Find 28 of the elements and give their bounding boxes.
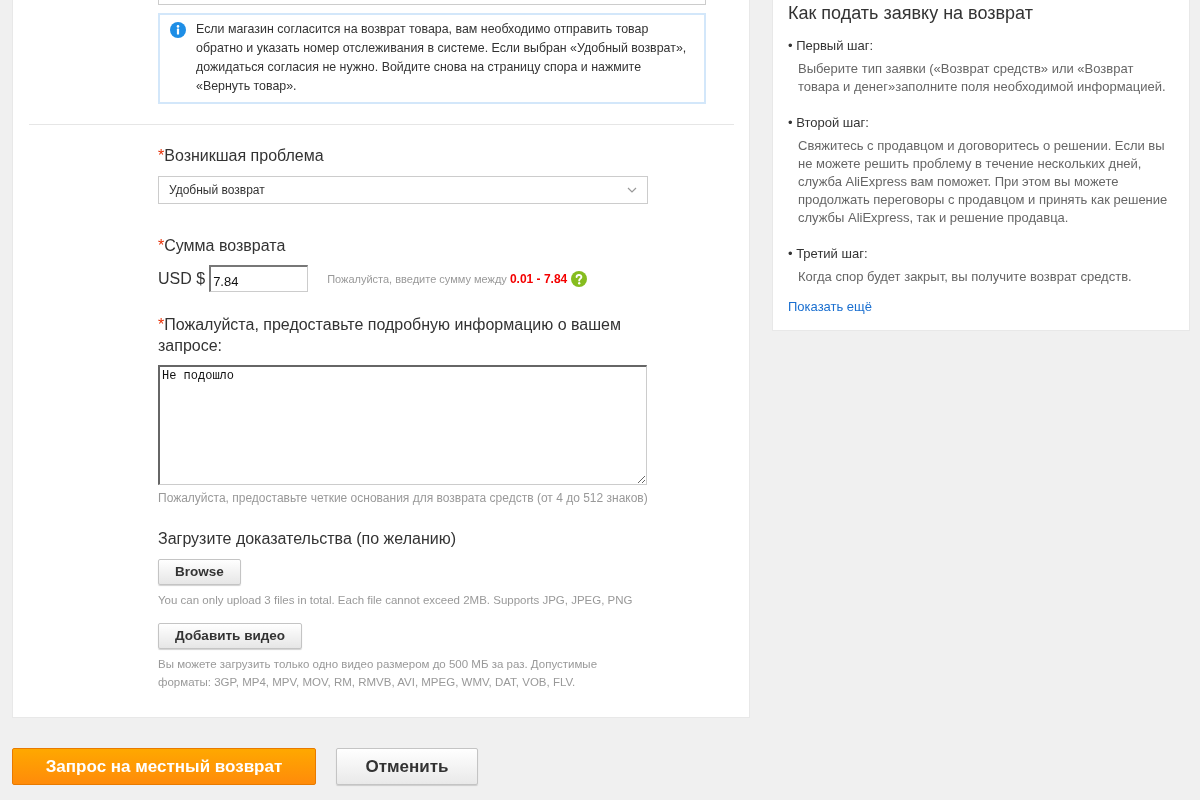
field-label: Загрузите доказательства (по желанию): [158, 529, 457, 549]
chevron-down-icon: [627, 187, 637, 193]
step-title: • Первый шаг:: [788, 37, 875, 55]
add-video-button[interactable]: Добавить видео: [158, 623, 303, 649]
cancel-button[interactable]: Отменить: [336, 748, 478, 785]
step-text: Свяжитесь с продавцом и договоритесь о решении. Если вы не можете решить проблему в течение нескольких дней, служба AliExpress вам поможет. При этом вы можете продолжать переговоры с продавцом и принять как решение службы AliExpress, так и решение продавца.: [798, 137, 1169, 227]
step-text: Когда спор будет закрыт, вы получите возврат средств.: [798, 268, 1133, 286]
field-label: *Пожалуйста, предоставьте подробную информацию о вашем запросе:: [158, 315, 622, 356]
notice-text: Если магазин согласится на возврат товара, вам необходимо отправить товар обратно и указать номер отслеживания в системе. Если выбран «Удобный возврат», дожидаться согласия не нужно. Войдите снова на страницу спора и нажмите «Вернуть товар».: [196, 21, 688, 95]
hint-text: Пожалуйста, предоставьте четкие основания для возврата средств (от 4 до 512 знаков): [158, 490, 649, 507]
amount-field[interactable]: 7.84: [209, 265, 309, 292]
browse-button[interactable]: Browse: [158, 559, 241, 585]
panel-title: Как подать заявку на возврат: [788, 2, 1034, 25]
step-text: Выберите тип заявки («Возврат средств» или «Возврат товара и денег»заполните поля необходимой информацией.: [798, 60, 1167, 96]
help-icon: [571, 270, 588, 287]
field-label: *Сумма возврата: [158, 236, 287, 256]
hint-text: You can only upload 3 files in total. Each file cannot exceed 2MB. Supports JPG, JPEG, PNG: [158, 593, 634, 608]
input-field[interactable]: [158, 0, 706, 5]
step-title: • Третий шаг:: [788, 245, 869, 263]
problem-dropdown[interactable]: Удобный возврат: [158, 176, 648, 204]
hint-text: Вы можете загрузить только одно видео размером до 500 МБ за раз. Допустимые форматы: 3GP, MP4, MPV, MOV, RM, RMVB, AVI, MPEG, WMV, DAT, VOB, FLV.: [158, 657, 599, 690]
step-title: • Второй шаг:: [788, 114, 870, 132]
text-area[interactable]: Не подошло: [158, 365, 647, 485]
info-icon: [170, 22, 186, 38]
show-more-link[interactable]: Показать ещё: [788, 297, 873, 317]
hint-text: Пожалуйста, введите сумму между 0.01 - 7.84: [327, 270, 568, 288]
field-label: *Возникшая проблема: [158, 146, 325, 166]
currency-label: USD $: [158, 268, 206, 289]
